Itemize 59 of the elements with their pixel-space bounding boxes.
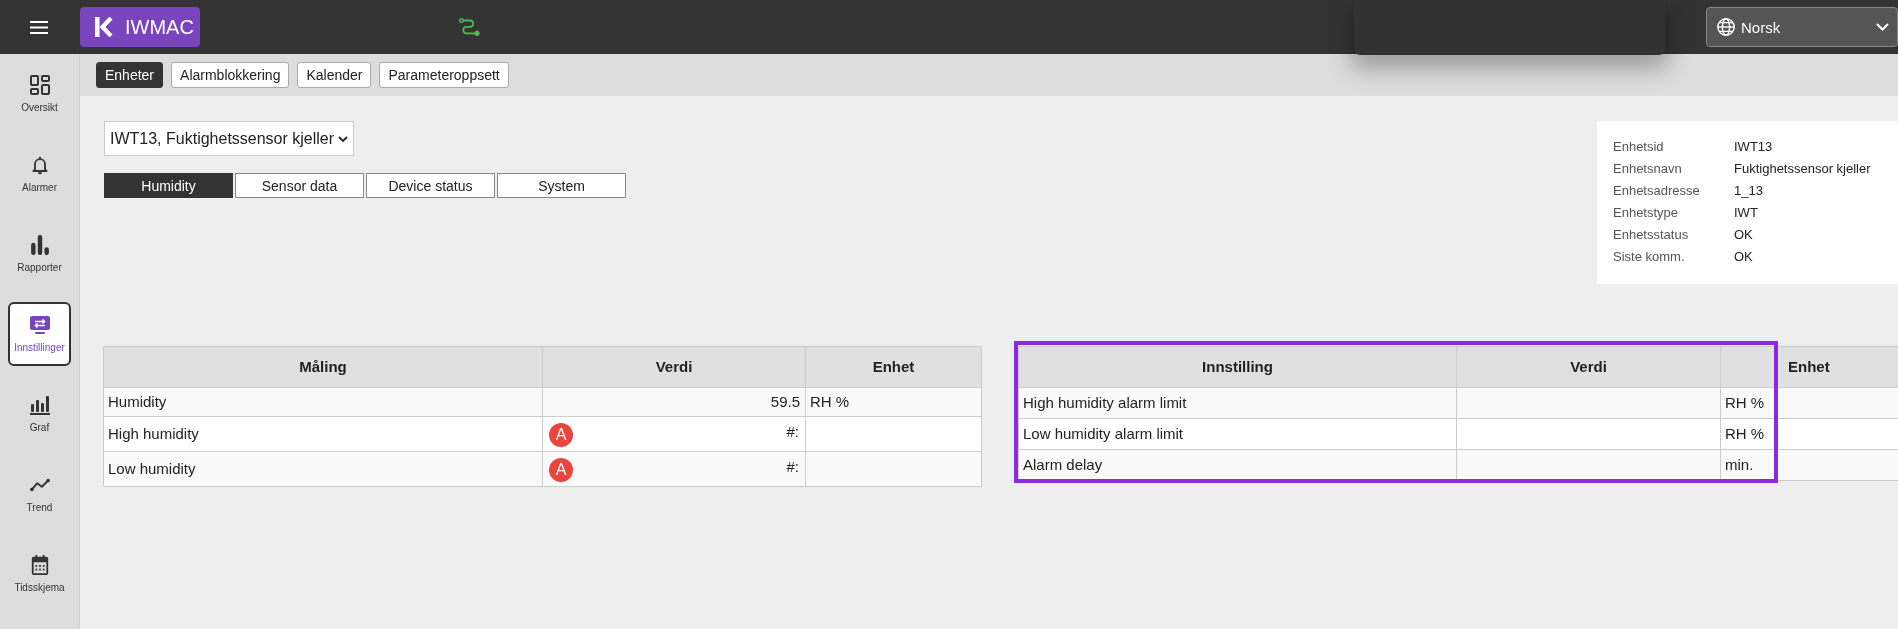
dashboard-icon	[29, 75, 50, 95]
column-header: Innstilling	[1018, 346, 1457, 388]
language-select[interactable]: Norsk	[1706, 7, 1898, 47]
sidebar-item[interactable]: Innstillinger	[8, 302, 71, 366]
device-select[interactable]: IWT13, Fuktighetssensor kjeller	[104, 121, 354, 156]
chevron-down-icon	[1876, 23, 1889, 31]
home-logo-link[interactable]: IWMAC	[80, 7, 200, 47]
bar-chart-icon	[29, 395, 50, 415]
calendar-icon	[29, 555, 50, 575]
table-cell: Humidity	[103, 387, 543, 417]
table-cell: #:	[786, 458, 799, 476]
info-label: Enhetsid	[1613, 138, 1665, 156]
table-cell: High humidity	[103, 416, 543, 452]
device-tab[interactable]: Humidity	[104, 173, 233, 198]
route-icon[interactable]	[459, 18, 480, 36]
nav-tab[interactable]: Enheter	[96, 62, 164, 88]
table-cell: RH %	[805, 387, 982, 417]
device-tab[interactable]: Sensor data	[235, 173, 364, 198]
menu-icon[interactable]	[30, 20, 48, 34]
alarm-badge: A	[549, 423, 573, 447]
device-tab[interactable]: System	[497, 173, 626, 198]
sidebar-item[interactable]: Graf	[8, 382, 71, 446]
info-label: Enhetsstatus	[1613, 226, 1690, 244]
nav-tab[interactable]: Kalender	[297, 62, 372, 88]
alarm-badge: A	[549, 458, 573, 482]
globe-icon	[1717, 18, 1735, 36]
info-label: Enhetsadresse	[1613, 182, 1701, 200]
table-cell: Alarm delay	[1018, 449, 1457, 481]
nav-tab[interactable]: Alarmblokkering	[171, 62, 290, 88]
info-label: Enhetsnavn	[1613, 160, 1683, 178]
nav-tab[interactable]: Parameteroppsett	[379, 62, 509, 88]
table-cell: #:	[786, 423, 799, 441]
info-value: IWT	[1734, 204, 1759, 222]
column-header: Måling	[103, 346, 543, 388]
bar-chart-icon	[29, 235, 50, 255]
sidebar-item[interactable]: Trend	[8, 462, 71, 526]
info-value: 1_13	[1734, 182, 1764, 200]
info-value: Fuktighetssensor kjeller	[1734, 160, 1872, 178]
table-cell: Low humidity alarm limit	[1018, 418, 1457, 450]
sidebar-item[interactable]: Oversikt	[8, 62, 71, 126]
table-cell: 59.5	[542, 387, 806, 417]
chevron-down-icon	[338, 135, 349, 142]
column-header: Verdi	[542, 346, 806, 388]
info-value: OK	[1734, 226, 1754, 244]
column-header: Enhet	[1776, 346, 1898, 388]
sidebar-item[interactable]: Tidsskjema	[8, 542, 71, 606]
table-cell: High humidity alarm limit	[1018, 387, 1457, 419]
monitor-icon	[29, 315, 50, 335]
info-label: Enhetstype	[1613, 204, 1680, 222]
device-tab[interactable]: Device status	[366, 173, 495, 198]
info-value: OK	[1734, 248, 1754, 266]
table-cell: Low humidity	[103, 451, 543, 487]
sidebar-item[interactable]: Rapporter	[8, 222, 71, 286]
column-header: Verdi	[1456, 346, 1721, 388]
logo-mark-icon	[95, 17, 113, 37]
sidebar-item[interactable]: Alarmer	[8, 142, 71, 206]
info-label: Siste komm.	[1613, 248, 1686, 266]
column-header: Enhet	[805, 346, 982, 388]
info-value: IWT13	[1734, 138, 1774, 156]
